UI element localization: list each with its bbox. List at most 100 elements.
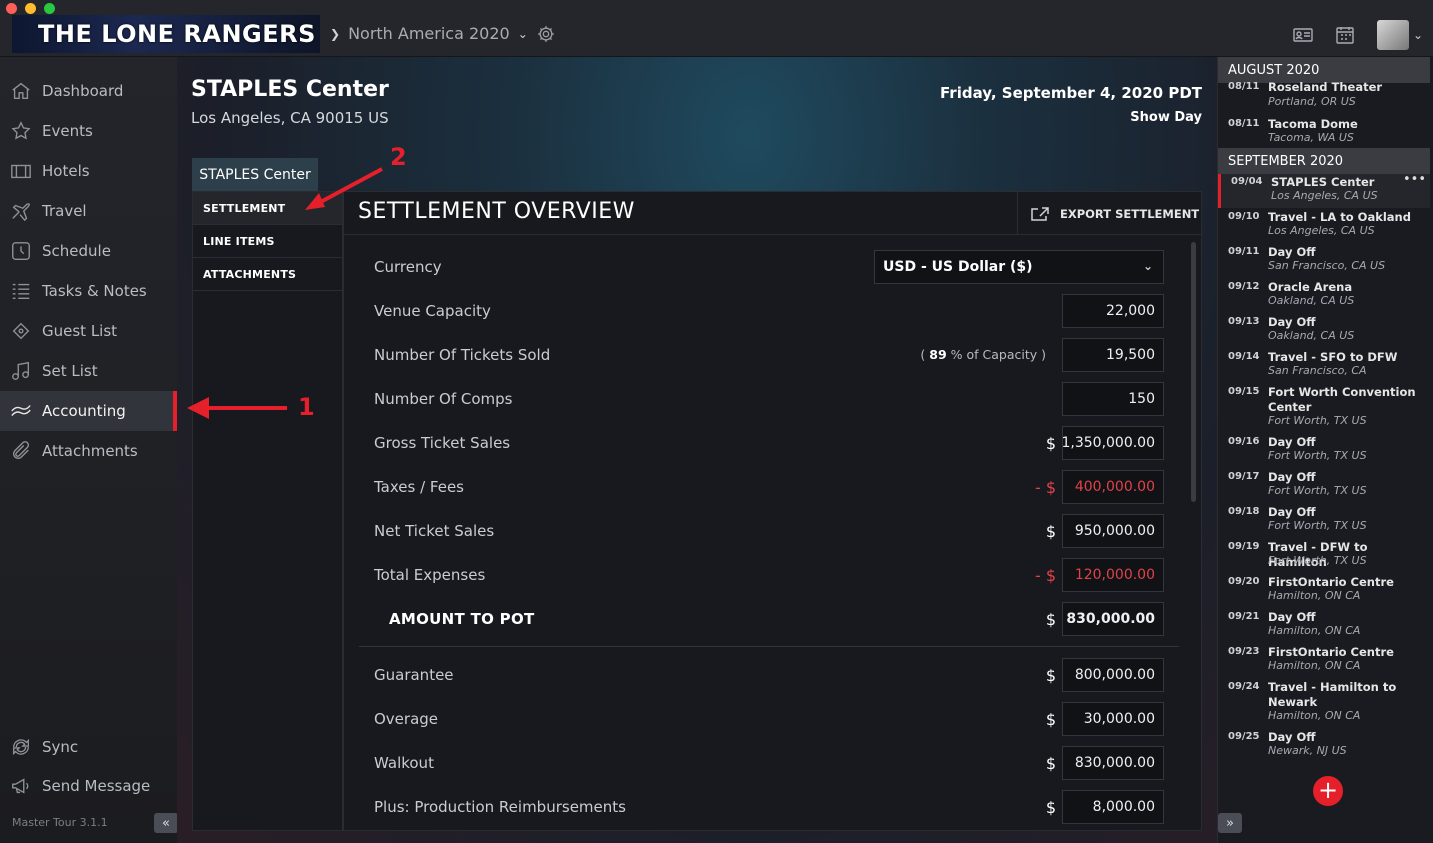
sidebar-item-accounting[interactable]: Accounting [0,391,177,431]
minimize-window-button[interactable] [25,3,36,14]
more-options-icon[interactable]: ••• [1403,172,1426,187]
page-title: STAPLES Center [191,77,389,102]
panel-title: SETTLEMENT OVERVIEW [358,199,635,224]
list-item[interactable]: 09/20 FirstOntario Centre Hamilton, ON CA [1218,574,1430,608]
contact-card-icon[interactable] [1293,26,1313,44]
expenses-field[interactable]: 120,000.00 [1062,558,1164,592]
chevron-down-icon: ❯ [330,26,341,41]
reimbursements-field[interactable]: 8,000.00 [1062,790,1164,824]
currency-symbol: $ [1045,434,1056,453]
schedule-date: 09/13 [1228,316,1260,327]
schedule-date: 08/11 [1228,81,1260,92]
walkout-label: Walkout [374,754,434,772]
list-item[interactable]: 09/15 Fort Worth Convention Center Fort Wo… [1218,384,1430,433]
comps-row: Number Of Comps 150 [359,382,1164,416]
schedule-date: 09/12 [1228,281,1260,292]
sidebar-item-travel[interactable]: Travel [0,191,177,231]
schedule-location: Newark, NJ US [1268,744,1347,757]
capacity-field[interactable]: 22,000 [1062,294,1164,328]
pot-label: AMOUNT TO POT [389,610,535,628]
maximize-window-button[interactable] [44,3,55,14]
subnav-line-items[interactable]: LINE ITEMS [193,225,342,258]
schedule-date: 09/16 [1228,436,1260,447]
overage-field[interactable]: 30,000.00 [1062,702,1164,736]
list-item[interactable]: 09/23 FirstOntario Centre Hamilton, ON CA [1218,644,1430,678]
sidebar-item-label: Events [42,122,93,140]
schedule-title: Roseland Theater [1268,80,1383,94]
sidebar-item-schedule[interactable]: Schedule [0,231,177,271]
currency-symbol: $ [1045,798,1056,817]
schedule-location: Tacoma, WA US [1268,131,1354,144]
guarantee-row: Guarantee $ 800,000.00 [359,658,1164,692]
sidebar-item-set-list[interactable]: Set List [0,351,177,391]
gross-sales-field[interactable]: 1,350,000.00 [1062,426,1164,460]
capacity-percent-note: ( 89 % of Capacity ) [920,347,1046,362]
user-menu[interactable]: ⌄ [1376,20,1423,50]
taxes-field[interactable]: 400,000.00 [1062,470,1164,504]
tour-selector[interactable]: ❯ North America 2020 ⌄ [330,24,528,43]
collapse-sidebar-button[interactable]: « [154,813,178,833]
month-header: SEPTEMBER 2020 [1218,148,1430,174]
schedule-title: Day Off [1268,505,1316,519]
list-item[interactable]: 09/14 Travel - SFO to DFW San Francisco, C… [1218,349,1430,383]
day-type: Show Day [1130,110,1202,125]
schedule-location: Los Angeles, CA US [1268,224,1375,237]
gear-icon[interactable] [536,24,556,44]
sidebar-item-tasks-notes[interactable]: Tasks & Notes [0,271,177,311]
schedule-location: Hamilton, ON CA [1268,624,1361,637]
close-window-button[interactable] [6,3,17,14]
gross-row: Gross Ticket Sales $ 1,350,000.00 [359,426,1164,460]
list-item[interactable]: 09/21 Day Off Hamilton, ON CA [1218,609,1430,643]
sidebar-item-attachments[interactable]: Attachments [0,431,177,471]
export-settlement-button[interactable]: EXPORT SETTLEMENT [1017,192,1201,235]
currency-select[interactable]: USD - US Dollar ($) ⌄ [874,250,1164,284]
tickets-sold-field[interactable]: 19,500 [1062,338,1164,372]
calendar-icon[interactable] [1335,26,1355,44]
scrollbar[interactable] [1191,242,1196,502]
currency-label: Currency [374,258,442,276]
walkout-field[interactable]: 830,000.00 [1062,746,1164,780]
list-item[interactable]: 09/25 Day Off Newark, NJ US [1218,729,1430,763]
subnav-attachments[interactable]: ATTACHMENTS [193,258,342,291]
sidebar-item-events[interactable]: Events [0,111,177,151]
music-icon [12,361,30,380]
sidebar-item-guest-list[interactable]: Guest List [0,311,177,351]
sidebar-item-hotels[interactable]: Hotels [0,151,177,191]
send-message-button[interactable]: Send Message [0,766,177,806]
list-item[interactable]: 09/16 Day Off Fort Worth, TX US [1218,434,1430,468]
schedule-title: Fort Worth Convention Center [1268,385,1416,414]
pot-field[interactable]: 830,000.00 [1062,602,1164,636]
sync-button[interactable]: Sync [0,727,177,767]
schedule-date: 09/11 [1228,246,1260,257]
schedule-location: San Francisco, CA [1268,364,1367,377]
net-sales-field[interactable]: 950,000.00 [1062,514,1164,548]
list-item[interactable]: 09/12 Oracle Arena Oakland, CA US [1218,279,1430,313]
guarantee-field[interactable]: 800,000.00 [1062,658,1164,692]
list-item[interactable]: 09/04 STAPLES Center Los Angeles, CA US ••• [1218,172,1430,208]
paperclip-icon [12,441,30,460]
list-item[interactable]: 09/19 Travel - DFW to Hamilton Fort Worth,… [1218,539,1430,573]
comps-field[interactable]: 150 [1062,382,1164,416]
venue-address: Los Angeles, CA 90015 US [191,109,389,127]
list-item[interactable]: 09/24 Travel - Hamilton to Newark Hamilton… [1218,679,1430,728]
sidebar-item-dashboard[interactable]: Dashboard [0,71,177,111]
list-item[interactable]: 09/17 Day Off Fort Worth, TX US [1218,469,1430,503]
list-item[interactable]: 09/11 Day Off San Francisco, CA US [1218,244,1430,278]
schedule-location: Hamilton, ON CA [1268,659,1361,672]
list-item[interactable]: 09/13 Day Off Oakland, CA US [1218,314,1430,348]
schedule-location: Oakland, CA US [1268,329,1355,342]
taxes-label: Taxes / Fees [374,478,464,496]
comps-label: Number Of Comps [374,390,513,408]
walkout-row: Walkout $ 830,000.00 [359,746,1164,780]
expand-panel-button[interactable]: » [1218,813,1242,833]
sidebar-item-label: Accounting [42,402,126,420]
list-item[interactable]: 08/11 Roseland Theater Portland, OR US [1218,80,1430,112]
schedule-title: Day Off [1268,730,1316,744]
list-item[interactable]: 09/10 Travel - LA to Oakland Los Angeles, … [1218,209,1430,243]
list-item[interactable]: 08/11 Tacoma Dome Tacoma, WA US [1218,116,1430,148]
band-logo: THE LONE RANGERS [12,15,320,53]
add-event-button[interactable]: + [1313,776,1343,806]
chevron-down-icon: ⌄ [517,26,528,41]
list-item[interactable]: 09/18 Day Off Fort Worth, TX US [1218,504,1430,538]
capacity-percent-suffix: % of Capacity ) [950,347,1046,362]
